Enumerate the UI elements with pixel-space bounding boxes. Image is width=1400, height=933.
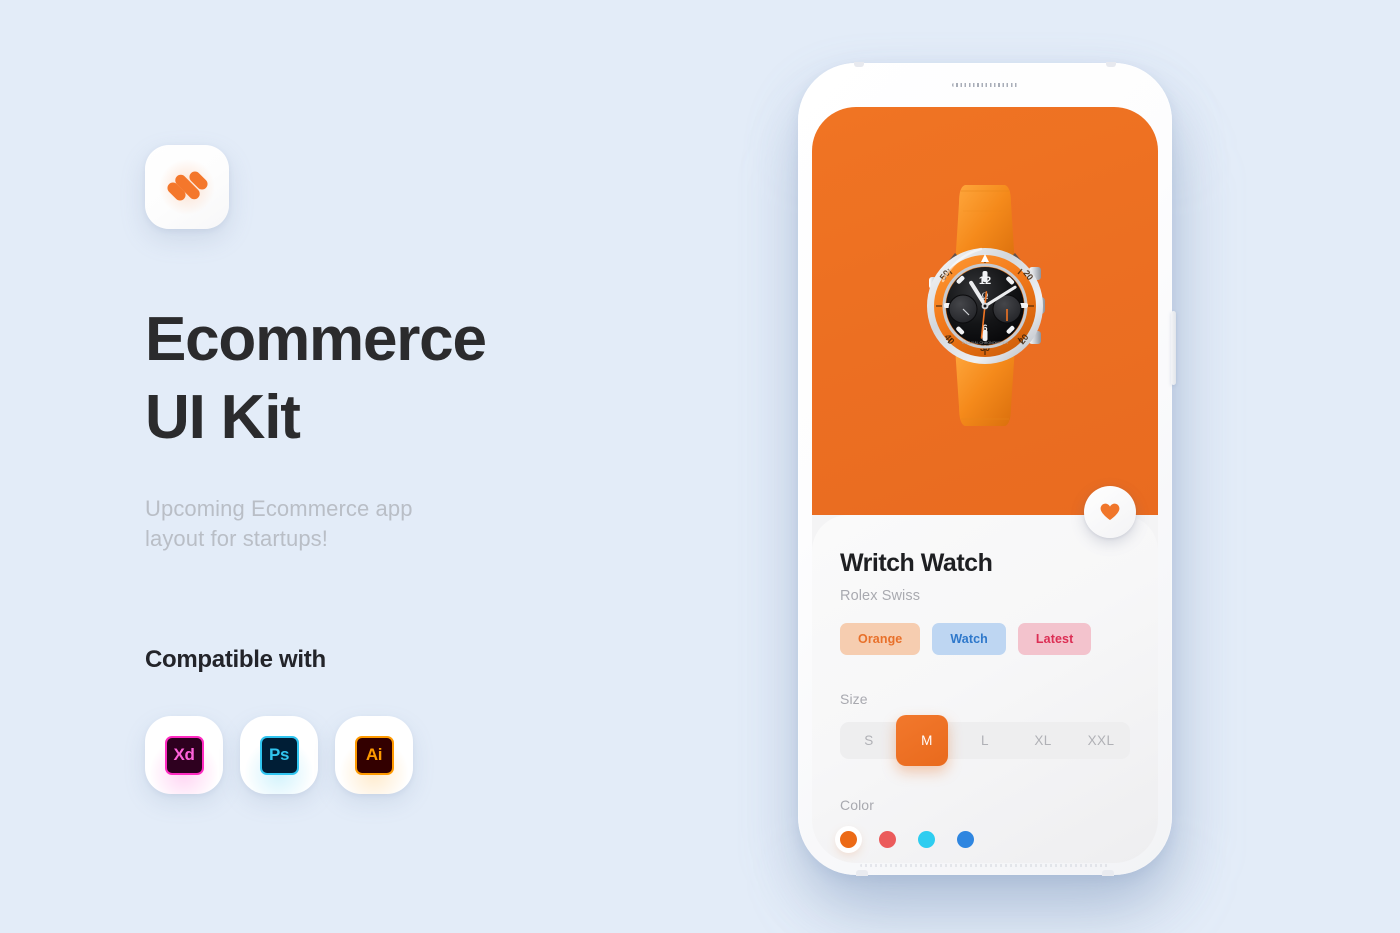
color-section-label: Color xyxy=(840,797,874,813)
size-section-label: Size xyxy=(840,691,868,707)
color-swatch-red[interactable] xyxy=(879,831,896,848)
tag-orange[interactable]: Orange xyxy=(840,623,921,655)
size-option-l[interactable]: L xyxy=(956,722,1014,759)
product-brand: Rolex Swiss xyxy=(840,588,921,604)
tag-watch[interactable]: Watch xyxy=(932,623,1006,655)
heart-icon xyxy=(1100,503,1120,520)
three-diagonal-bars-logo-icon xyxy=(164,164,210,210)
phone-mockup: 50 20 40 20 30 12 6 Ω CO‑AXIAL CHRONOMET… xyxy=(798,62,1176,876)
app-logo-tile xyxy=(145,145,229,229)
app-tile-adobe-xd[interactable]: Xd xyxy=(145,716,223,795)
color-swatch-orange[interactable] xyxy=(840,831,857,848)
svg-text:CO‑AXIAL CHRONOMETER: CO‑AXIAL CHRONOMETER xyxy=(962,341,1009,345)
bezel-nub-right xyxy=(1106,62,1116,67)
compatible-apps-list: Xd Ps Ai xyxy=(145,716,705,795)
color-swatch-blue[interactable] xyxy=(957,831,974,848)
phone-power-button[interactable] xyxy=(1171,311,1176,385)
phone-screen: 50 20 40 20 30 12 6 Ω CO‑AXIAL CHRONOMET… xyxy=(812,107,1158,863)
subtitle-line-2: layout for startups! xyxy=(145,526,328,552)
product-title: Writch Watch xyxy=(840,549,993,577)
page-title: Ecommerce UI Kit xyxy=(145,301,705,456)
svg-text:12: 12 xyxy=(979,275,991,287)
earpiece-speaker-icon xyxy=(952,83,1018,87)
product-detail-card: Writch Watch Rolex Swiss Orange Watch La… xyxy=(812,515,1158,863)
bottom-bezel-nub-right xyxy=(1102,870,1114,876)
bezel-nub-left xyxy=(854,62,864,67)
size-option-s[interactable]: S xyxy=(840,722,898,759)
color-swatch-list xyxy=(840,831,1130,848)
size-option-xxl[interactable]: XXL xyxy=(1072,722,1130,759)
color-swatch-cyan[interactable] xyxy=(918,831,935,848)
adobe-xd-icon: Xd xyxy=(164,735,204,775)
product-tag-list: Orange Watch Latest xyxy=(840,623,1130,655)
size-option-m[interactable]: M xyxy=(898,722,956,759)
compatible-with-heading: Compatible with xyxy=(145,646,326,674)
size-options-track: S M L XL XXL xyxy=(840,715,1130,766)
subtitle-line-1: Upcoming Ecommerce app xyxy=(145,496,413,521)
page-subtitle: Upcoming Ecommerce app layout for startu… xyxy=(145,494,705,554)
bottom-bezel-nub-left xyxy=(856,870,868,876)
adobe-photoshop-icon: Ps xyxy=(259,735,299,775)
product-image-wristwatch: 50 20 40 20 30 12 6 Ω CO‑AXIAL CHRONOMET… xyxy=(889,181,1081,431)
favorite-heart-button[interactable] xyxy=(1084,486,1136,538)
size-selector-section: Size S M L XL XXL xyxy=(840,691,1130,766)
intro-panel: Ecommerce UI Kit Upcoming Ecommerce app … xyxy=(145,145,705,795)
adobe-illustrator-icon: Ai xyxy=(354,735,394,775)
size-option-xl[interactable]: XL xyxy=(1014,722,1072,759)
color-selector-section: Color xyxy=(840,797,1130,848)
bottom-speaker-icon xyxy=(860,864,1110,867)
headline-line-2: UI Kit xyxy=(145,382,301,452)
product-hero-area: 50 20 40 20 30 12 6 Ω CO‑AXIAL CHRONOMET… xyxy=(812,107,1158,515)
tag-latest[interactable]: Latest xyxy=(1017,623,1092,655)
phone-top-bezel xyxy=(798,62,1172,107)
headline-line-1: Ecommerce xyxy=(145,305,487,374)
app-tile-adobe-illustrator[interactable]: Ai xyxy=(335,716,413,795)
app-tile-adobe-photoshop[interactable]: Ps xyxy=(240,716,318,795)
